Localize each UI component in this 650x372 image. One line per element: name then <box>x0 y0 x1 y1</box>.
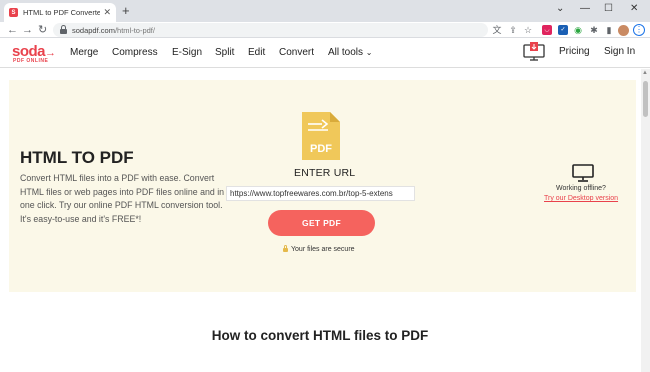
new-tab-button[interactable]: + <box>122 4 130 17</box>
pricing-link[interactable]: Pricing <box>559 46 590 57</box>
url-path: /html-to-pdf/ <box>114 25 155 35</box>
browser-tab-strip: S HTML to PDF Converter - Conve ✕ + ⌄ — … <box>0 0 650 22</box>
lock-icon <box>60 24 67 34</box>
close-tab-icon[interactable]: ✕ <box>103 7 111 18</box>
soda-pdf-logo[interactable]: soda→ PDF ONLINE <box>12 43 60 65</box>
scrollbar-thumb[interactable] <box>643 81 648 117</box>
nav-all-tools-label: All tools <box>328 47 364 58</box>
url-input[interactable]: https://www.topfreewares.com.br/top-5-ex… <box>226 186 415 201</box>
desktop-version-link[interactable]: Try our Desktop version <box>544 195 618 202</box>
nav-edit[interactable]: Edit <box>248 46 265 59</box>
page-title: HTML TO PDF <box>20 148 134 167</box>
close-icon[interactable]: ✕ <box>630 3 638 14</box>
how-to-heading: How to convert HTML files to PDF <box>211 328 429 343</box>
url-domain: sodapdf.com <box>72 25 115 35</box>
browser-tab[interactable]: S HTML to PDF Converter - Conve ✕ <box>4 3 116 22</box>
nav-convert[interactable]: Convert <box>279 46 314 59</box>
share-icon[interactable]: ⇪ <box>508 25 518 35</box>
bookmark-star-icon[interactable]: ☆ <box>523 25 533 35</box>
secure-text: Your files are secure <box>291 246 355 253</box>
maximize-icon[interactable]: ☐ <box>604 3 613 14</box>
nav-compress[interactable]: Compress <box>112 46 158 59</box>
chevron-down-icon: ⌄ <box>365 48 373 57</box>
scroll-up-icon[interactable]: ▲ <box>642 70 648 76</box>
soda-favicon-icon: S <box>9 8 18 17</box>
browser-toolbar: ← → ↻ sodapdf.com/html-to-pdf/ 文 ⇪ ☆ ◡ ✓… <box>0 22 650 38</box>
pocket-extension-icon[interactable]: ◡ <box>542 25 552 35</box>
extension-green-icon[interactable]: ◉ <box>573 25 583 35</box>
enter-url-label: ENTER URL <box>294 167 356 179</box>
side-panel-icon[interactable]: ▮ <box>604 25 614 35</box>
sign-in-link[interactable]: Sign In <box>604 46 635 57</box>
nav-esign[interactable]: E-Sign <box>172 46 202 59</box>
pdf-file-icon: PDF <box>302 112 340 160</box>
padlock-icon <box>283 245 288 252</box>
get-pdf-button[interactable]: GET PDF <box>268 210 375 236</box>
nav-all-tools[interactable]: All tools ⌄ <box>328 46 373 59</box>
hero-description: Convert HTML files into a PDF with ease.… <box>20 173 225 224</box>
profile-avatar[interactable] <box>618 25 629 36</box>
minimize-icon[interactable]: — <box>580 3 590 14</box>
back-icon[interactable]: ← <box>7 23 18 37</box>
pdf-icon-label: PDF <box>310 143 332 155</box>
working-offline-text: Working offline? <box>556 185 606 192</box>
desktop-download-icon[interactable] <box>523 42 545 62</box>
browser-menu-icon[interactable]: ⋮ <box>633 24 645 36</box>
tab-title: HTML to PDF Converter - Conve <box>23 8 101 17</box>
nav-merge[interactable]: Merge <box>70 46 98 59</box>
translate-icon[interactable]: 文 <box>492 25 502 35</box>
chevron-down-icon[interactable]: ⌄ <box>556 3 564 14</box>
extensions-puzzle-icon[interactable]: ✱ <box>589 25 599 35</box>
monitor-icon <box>572 164 594 182</box>
logo-subtext: PDF ONLINE <box>13 58 49 64</box>
site-header: soda→ PDF ONLINE Merge Compress E-Sign S… <box>0 39 650 68</box>
secure-note: Your files are secure <box>283 245 355 253</box>
page-scrollbar[interactable]: ▲ <box>641 69 650 372</box>
address-bar[interactable]: sodapdf.com/html-to-pdf/ <box>53 23 488 37</box>
reload-icon[interactable]: ↻ <box>38 23 47 37</box>
nav-split[interactable]: Split <box>215 46 234 59</box>
forward-icon[interactable]: → <box>22 23 33 37</box>
extension-blue-icon[interactable]: ✓ <box>558 25 568 35</box>
